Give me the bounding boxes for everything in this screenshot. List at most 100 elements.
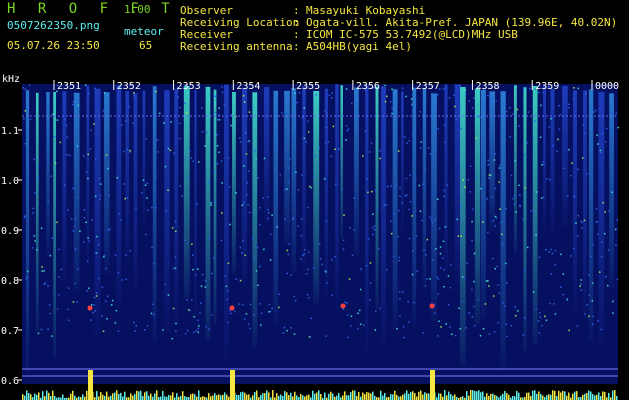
noise-speck <box>408 208 410 211</box>
activity-bar <box>146 391 148 400</box>
activity-bar <box>616 396 618 400</box>
noise-speck <box>407 301 409 303</box>
activity-bar <box>338 393 340 400</box>
noise-speck <box>568 329 570 332</box>
noise-speck <box>359 323 362 326</box>
activity-bar <box>474 391 476 400</box>
activity-bar <box>282 396 284 400</box>
noise-speck <box>56 119 59 121</box>
noise-speck <box>456 218 459 221</box>
noise-speck <box>87 237 89 239</box>
noise-speck <box>430 218 433 221</box>
noise-speck <box>570 255 572 257</box>
activity-bar <box>548 394 550 400</box>
activity-bar <box>612 390 614 400</box>
noise-speck <box>69 154 71 157</box>
activity-bar <box>530 396 532 400</box>
noise-speck <box>389 100 392 103</box>
noise-speck <box>278 293 281 296</box>
noise-speck <box>260 312 263 315</box>
noise-speck <box>146 197 148 199</box>
activity-bar <box>82 394 84 400</box>
noise-speck <box>155 175 157 178</box>
noise-speck <box>174 230 177 233</box>
noise-speck <box>369 262 372 264</box>
activity-bar <box>518 392 520 400</box>
activity-bar <box>62 394 64 400</box>
noise-speck <box>513 203 515 205</box>
noise-speck <box>153 313 155 316</box>
activity-bar <box>172 392 174 400</box>
activity-bar <box>506 393 508 400</box>
activity-bar <box>26 390 28 400</box>
activity-bar <box>72 390 74 400</box>
noise-speck <box>99 183 102 185</box>
noise-speck <box>189 150 191 152</box>
activity-bar <box>162 390 164 400</box>
noise-speck <box>28 84 31 87</box>
activity-bar <box>468 395 470 400</box>
noise-speck <box>460 235 462 237</box>
noise-speck <box>612 312 614 314</box>
noise-speck <box>47 200 50 203</box>
activity-bar <box>34 393 36 400</box>
noise-speck <box>201 131 204 133</box>
noise-speck <box>253 257 256 260</box>
noise-speck <box>184 159 187 161</box>
noise-speck <box>301 218 303 220</box>
noise-speck <box>221 212 223 214</box>
activity-bar <box>404 393 406 400</box>
noise-speck <box>599 149 602 152</box>
noise-speck <box>135 207 137 209</box>
activity-bar <box>134 393 136 400</box>
noise-speck <box>146 182 149 184</box>
signal-streak <box>381 87 387 345</box>
noise-speck <box>601 132 604 135</box>
signal-streak <box>489 91 496 231</box>
activity-bar <box>410 391 412 400</box>
noise-speck <box>213 171 215 173</box>
activity-bar <box>176 393 178 400</box>
noise-speck <box>211 272 213 275</box>
signal-streak <box>164 90 170 331</box>
noise-speck <box>345 139 347 141</box>
activity-bar <box>30 394 32 400</box>
noise-speck <box>449 286 452 289</box>
noise-speck <box>576 235 579 237</box>
noise-speck <box>332 125 335 128</box>
noise-speck <box>341 188 343 191</box>
noise-speck <box>559 114 562 116</box>
activity-bar <box>320 394 322 400</box>
noise-speck <box>63 118 66 121</box>
noise-speck <box>379 307 381 310</box>
noise-speck <box>439 266 442 269</box>
noise-speck <box>366 178 369 180</box>
noise-speck <box>429 153 432 155</box>
activity-bar <box>492 393 494 400</box>
noise-speck <box>267 217 269 220</box>
noise-speck <box>471 239 473 242</box>
noise-speck <box>229 223 231 226</box>
signal-streak <box>35 92 39 334</box>
noise-speck <box>346 129 348 132</box>
noise-speck <box>167 189 169 192</box>
noise-speck <box>475 137 478 139</box>
noise-speck <box>576 325 579 327</box>
noise-speck <box>25 278 28 280</box>
noise-speck <box>469 165 472 168</box>
noise-speck <box>197 268 199 270</box>
noise-speck <box>194 274 197 276</box>
noise-speck <box>607 284 609 287</box>
noise-speck <box>573 248 575 250</box>
noise-speck <box>438 227 441 230</box>
activity-bar <box>290 392 292 400</box>
noise-speck <box>95 158 97 160</box>
noise-speck <box>198 161 200 163</box>
noise-speck <box>90 129 92 132</box>
activity-bar <box>496 395 498 400</box>
noise-speck <box>93 123 95 125</box>
noise-speck <box>469 191 471 193</box>
noise-speck <box>406 142 408 144</box>
noise-speck <box>97 277 100 280</box>
noise-speck <box>239 246 242 249</box>
